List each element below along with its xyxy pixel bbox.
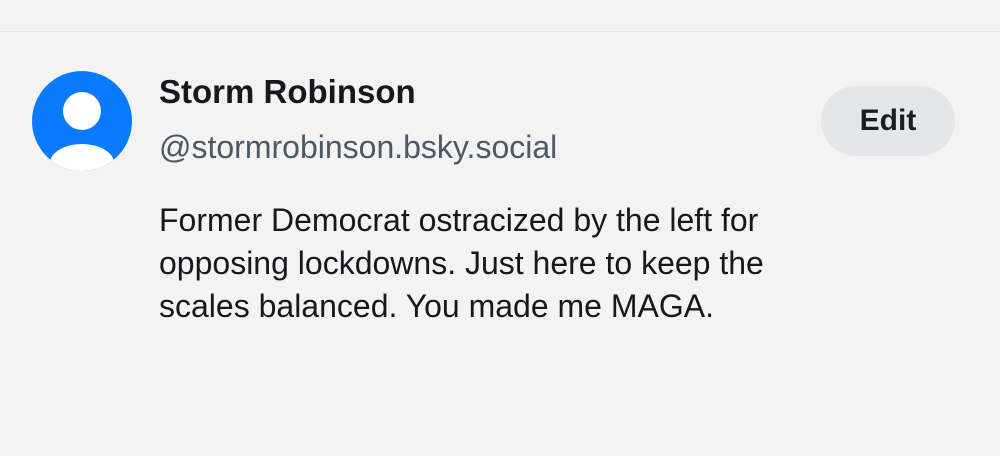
- user-handle[interactable]: @stormrobinson.bsky.social: [159, 127, 557, 167]
- bio-line: scales balanced. You made me MAGA.: [159, 288, 714, 324]
- top-divider: [0, 31, 1000, 32]
- avatar[interactable]: [32, 71, 132, 171]
- default-user-avatar-icon: [32, 71, 132, 171]
- display-name: Storm Robinson: [159, 73, 416, 110]
- edit-profile-button[interactable]: Edit: [821, 86, 955, 156]
- bio-line: opposing lockdowns. Just here to keep th…: [159, 245, 764, 281]
- profile-bio: Former Democrat ostracized by the left f…: [159, 199, 959, 328]
- bio-line: Former Democrat ostracized by the left f…: [159, 202, 759, 238]
